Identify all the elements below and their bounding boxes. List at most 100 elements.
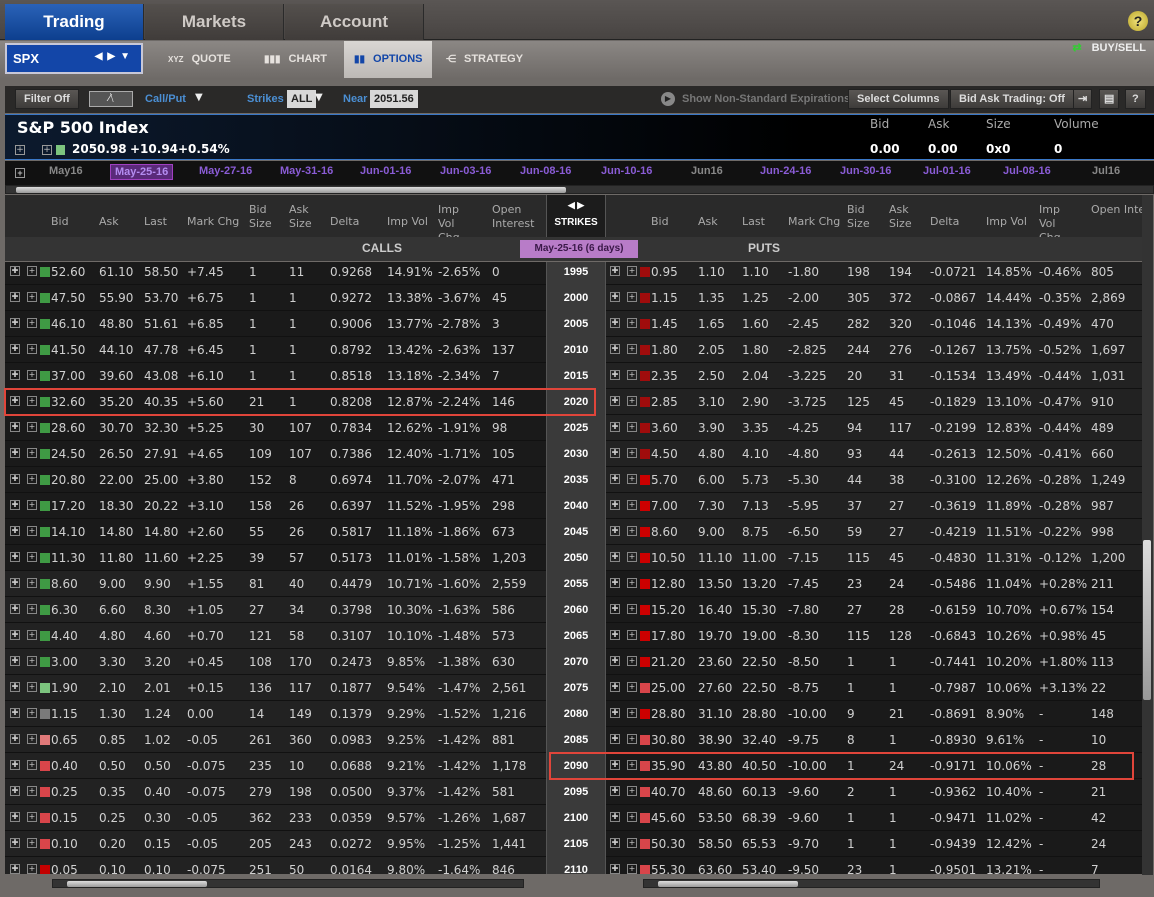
expiration-jul-01-16[interactable]: Jul-01-16 bbox=[923, 165, 971, 177]
expand-icon[interactable]: + bbox=[627, 734, 637, 744]
expand-icon[interactable]: + bbox=[15, 145, 25, 155]
calls-col-imp-vol[interactable]: Imp Vol bbox=[387, 215, 428, 229]
trade-icon[interactable]: ✚ bbox=[610, 500, 620, 510]
export-icon[interactable]: ⇥ bbox=[1073, 89, 1093, 109]
calls-col-ask[interactable]: Ask bbox=[99, 215, 119, 229]
trade-icon[interactable]: ✚ bbox=[10, 734, 20, 744]
expand-icon[interactable]: + bbox=[27, 370, 37, 380]
expand-icon[interactable]: + bbox=[627, 760, 637, 770]
trade-icon[interactable]: ✚ bbox=[10, 500, 20, 510]
expand-icon[interactable]: + bbox=[627, 526, 637, 536]
puts-col-delta[interactable]: Delta bbox=[930, 215, 959, 229]
expiration-jun16[interactable]: Jun16 bbox=[691, 165, 723, 177]
calls-col-open-interest[interactable]: Open Interest bbox=[492, 203, 547, 231]
expand-icon[interactable]: + bbox=[27, 552, 37, 562]
expand-icon[interactable]: + bbox=[627, 578, 637, 588]
expand-icon[interactable]: + bbox=[627, 422, 637, 432]
trade-icon[interactable]: ✚ bbox=[610, 292, 620, 302]
expand-icon[interactable]: + bbox=[627, 396, 637, 406]
expiration-may16[interactable]: May16 bbox=[49, 165, 83, 177]
trade-icon[interactable]: ✚ bbox=[10, 526, 20, 536]
trade-icon[interactable]: ✚ bbox=[610, 864, 620, 874]
expand-icon[interactable]: + bbox=[627, 838, 637, 848]
calls-col-bid[interactable]: Bid bbox=[51, 215, 69, 229]
help-icon[interactable]: ? bbox=[1128, 11, 1148, 31]
expiration-jul-08-16[interactable]: Jul-08-16 bbox=[1003, 165, 1051, 177]
puts-horizontal-scrollbar[interactable] bbox=[643, 879, 1100, 888]
expand-icon[interactable]: + bbox=[27, 604, 37, 614]
expiration-jun-03-16[interactable]: Jun-03-16 bbox=[440, 165, 491, 177]
trade-icon[interactable]: ✚ bbox=[610, 838, 620, 848]
select-columns-button[interactable]: Select Columns bbox=[848, 89, 949, 109]
trade-icon[interactable]: ✚ bbox=[610, 812, 620, 822]
expand-icon[interactable]: + bbox=[27, 734, 37, 744]
expand-icon[interactable]: + bbox=[27, 318, 37, 328]
expand-icon[interactable]: + bbox=[627, 448, 637, 458]
tab-strategy[interactable]: ⋲ STRATEGY bbox=[436, 41, 536, 78]
expand-icon[interactable]: + bbox=[627, 864, 637, 874]
puts-col-ask-size[interactable]: Ask Size bbox=[889, 203, 929, 231]
trade-icon[interactable]: ✚ bbox=[610, 396, 620, 406]
trade-icon[interactable]: ✚ bbox=[610, 656, 620, 666]
expand-icon[interactable]: + bbox=[27, 682, 37, 692]
trade-icon[interactable]: ✚ bbox=[10, 838, 20, 848]
expand-icon[interactable]: + bbox=[27, 708, 37, 718]
trade-icon[interactable]: ✚ bbox=[10, 760, 20, 770]
expand-icon[interactable]: + bbox=[27, 396, 37, 406]
scrollbar-thumb[interactable] bbox=[16, 187, 566, 193]
trade-icon[interactable]: ✚ bbox=[10, 786, 20, 796]
symbol-selector[interactable]: SPX ◀▶▼ bbox=[5, 43, 143, 74]
strikes-dropdown-icon[interactable]: ▼ bbox=[315, 92, 323, 103]
expand-icon[interactable]: + bbox=[627, 292, 637, 302]
expiration-jun-10-16[interactable]: Jun-10-16 bbox=[601, 165, 652, 177]
trade-icon[interactable]: ✚ bbox=[610, 604, 620, 614]
trade-icon[interactable]: ✚ bbox=[10, 396, 20, 406]
trade-icon[interactable]: ✚ bbox=[10, 604, 20, 614]
trade-icon[interactable]: ✚ bbox=[610, 734, 620, 744]
expand-icon[interactable]: + bbox=[27, 526, 37, 536]
expand-icon[interactable]: + bbox=[627, 500, 637, 510]
near-price-field[interactable]: 2051.56 bbox=[370, 90, 418, 108]
trade-icon[interactable]: ✚ bbox=[610, 422, 620, 432]
trade-icon[interactable]: ✚ bbox=[610, 786, 620, 796]
expiration-may-31-16[interactable]: May-31-16 bbox=[280, 165, 333, 177]
puts-col-bid-size[interactable]: Bid Size bbox=[847, 203, 887, 231]
expand-icon[interactable]: + bbox=[627, 344, 637, 354]
trade-icon[interactable]: ✚ bbox=[10, 708, 20, 718]
trade-icon[interactable]: ✚ bbox=[10, 292, 20, 302]
calls-col-ask-size[interactable]: Ask Size bbox=[289, 203, 329, 231]
puts-col-open-inte[interactable]: Open Inte bbox=[1091, 203, 1146, 217]
vertical-scrollbar[interactable] bbox=[1142, 195, 1153, 875]
expiration-jun-30-16[interactable]: Jun-30-16 bbox=[840, 165, 891, 177]
expand-icon[interactable]: + bbox=[627, 656, 637, 666]
expand-icon[interactable]: + bbox=[627, 474, 637, 484]
calls-col-delta[interactable]: Delta bbox=[330, 215, 359, 229]
trade-icon[interactable]: ✚ bbox=[610, 526, 620, 536]
bid-ask-trading-button[interactable]: Bid Ask Trading: Off bbox=[950, 89, 1074, 109]
expiration-may-25-16[interactable]: May-25-16 bbox=[110, 164, 174, 180]
expand-icon[interactable]: + bbox=[27, 474, 37, 484]
puts-col-imp-vol[interactable]: Imp Vol bbox=[986, 215, 1027, 229]
expand-icon[interactable]: + bbox=[27, 760, 37, 770]
trade-icon[interactable]: ✚ bbox=[610, 682, 620, 692]
trade-icon[interactable]: ✚ bbox=[10, 656, 20, 666]
trade-icon[interactable]: ✚ bbox=[10, 344, 20, 354]
expand-icon[interactable]: + bbox=[27, 656, 37, 666]
expand-icon[interactable]: + bbox=[27, 292, 37, 302]
expiration-jun-08-16[interactable]: Jun-08-16 bbox=[520, 165, 571, 177]
trade-icon[interactable]: ✚ bbox=[610, 760, 620, 770]
calls-col-mark-chg[interactable]: Mark Chg bbox=[187, 215, 239, 229]
expand-icon[interactable]: + bbox=[627, 266, 637, 276]
filter-button[interactable]: Filter Off bbox=[15, 89, 79, 109]
trade-icon[interactable]: ✚ bbox=[610, 266, 620, 276]
trade-icon[interactable]: ✚ bbox=[610, 578, 620, 588]
expand-icon[interactable]: + bbox=[27, 812, 37, 822]
tab-markets[interactable]: Markets bbox=[145, 4, 284, 40]
expand-icon[interactable]: + bbox=[627, 812, 637, 822]
trade-icon[interactable]: ✚ bbox=[610, 344, 620, 354]
tab-chart[interactable]: ▮▮▮ CHART bbox=[254, 41, 342, 78]
scrollbar-thumb[interactable] bbox=[658, 881, 798, 887]
expand-icon[interactable]: + bbox=[27, 630, 37, 640]
expand-icon[interactable]: + bbox=[27, 422, 37, 432]
expand-icon[interactable]: + bbox=[627, 630, 637, 640]
